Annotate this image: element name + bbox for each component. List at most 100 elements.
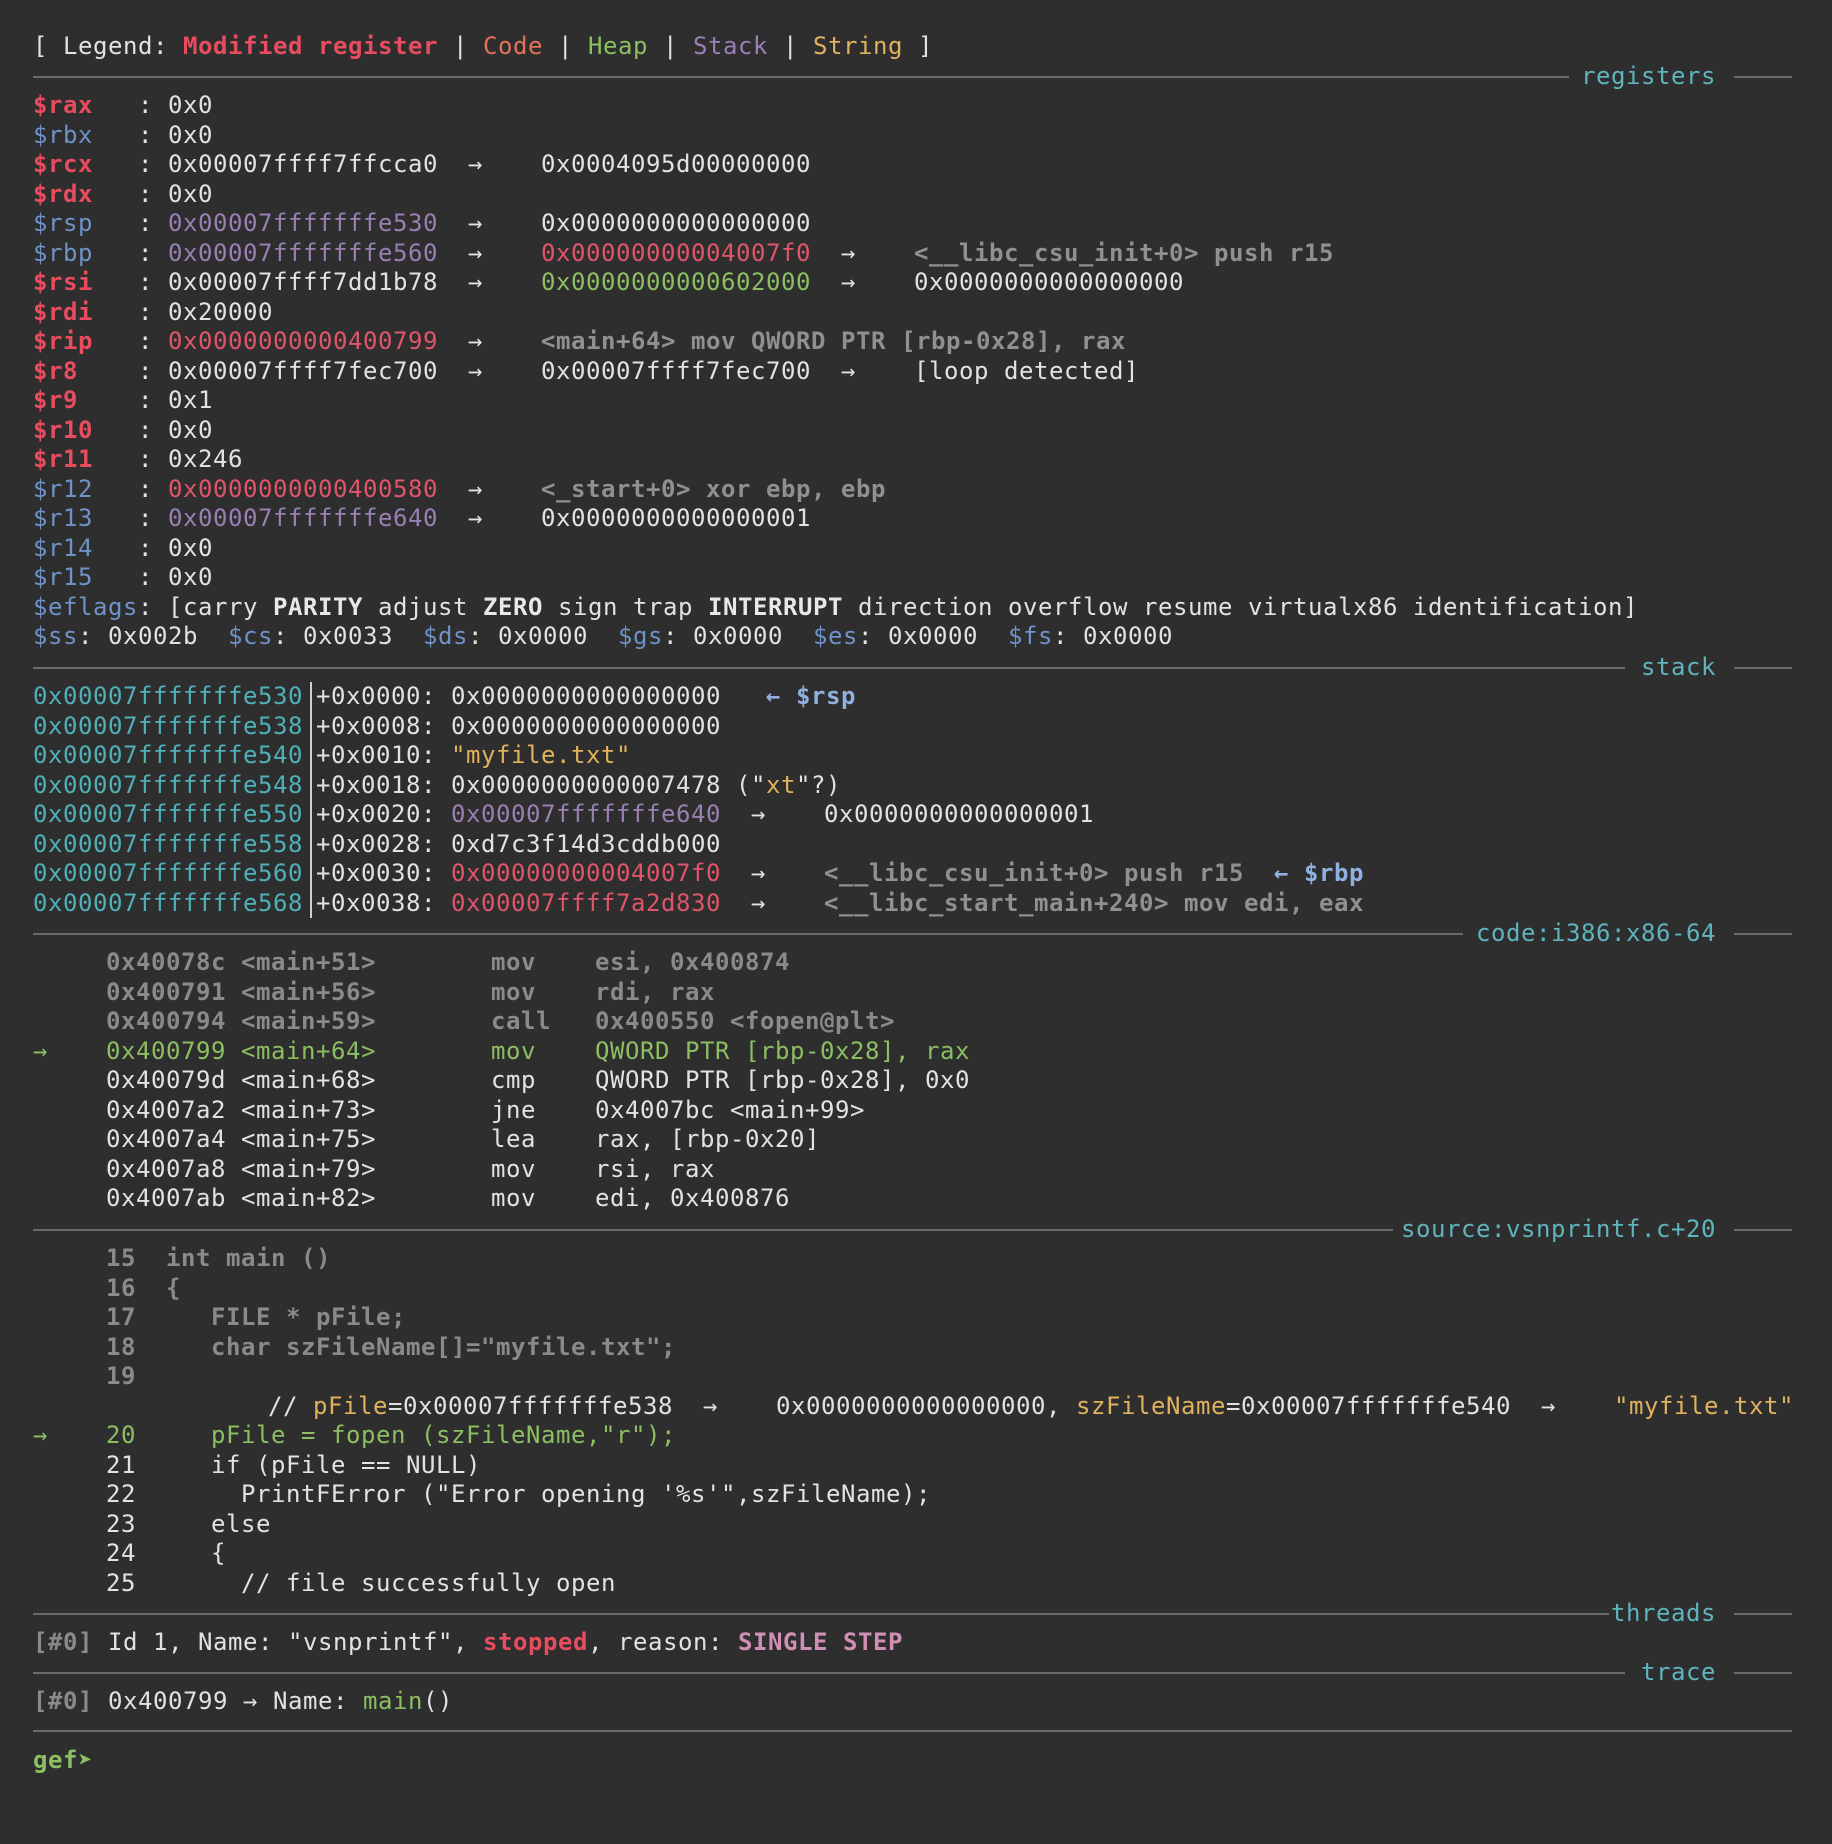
source-text: FILE * pFile; bbox=[166, 1303, 406, 1331]
variable-value: =0x00007fffffffe540 bbox=[1225, 1391, 1511, 1420]
stack-address: 0x00007fffffffe538 bbox=[33, 711, 303, 740]
stack-divider bbox=[310, 770, 312, 800]
pad bbox=[438, 475, 468, 503]
gef-prompt[interactable]: gef➤ bbox=[33, 1746, 1792, 1776]
legend-modified-register: Modified register bbox=[183, 32, 438, 60]
register-colon: : bbox=[138, 533, 168, 562]
stack-row: 0x00007fffffffe558 +0x0028: 0xd7c3f14d3cd… bbox=[33, 829, 1792, 859]
register-value: 0x00007fffffffe640 bbox=[168, 504, 438, 532]
pad bbox=[438, 327, 468, 355]
register-value: 0x00007fffffffe560 bbox=[168, 238, 438, 267]
source-line-number: 16 bbox=[106, 1273, 136, 1302]
segment-name: $ds bbox=[423, 622, 468, 650]
separator-rule bbox=[33, 76, 1569, 78]
arrow-icon: → bbox=[751, 888, 766, 917]
source-text: pFile = fopen (szFileName,"r"); bbox=[166, 1421, 676, 1449]
colon: : bbox=[663, 622, 693, 650]
register-value: 0x0 bbox=[168, 563, 213, 591]
pad bbox=[33, 1451, 106, 1481]
separator-rule bbox=[33, 667, 1625, 669]
stack-row: 0x00007fffffffe550 +0x0020: 0x00007ffffff… bbox=[33, 800, 1792, 830]
source-line-number: 25 bbox=[106, 1568, 136, 1597]
pad bbox=[673, 1392, 703, 1420]
arrow-icon: → bbox=[841, 238, 856, 267]
code-symbol: <main+59> bbox=[241, 1007, 376, 1035]
pad bbox=[33, 1510, 106, 1540]
register-deref: 0x0000000000000000 bbox=[541, 209, 811, 237]
separator-rule bbox=[1734, 933, 1792, 935]
colon: : bbox=[421, 770, 451, 799]
pad bbox=[198, 622, 228, 650]
code-line: 0x4007a8 <main+79> mov rsi, rax bbox=[33, 1155, 1792, 1185]
pad bbox=[783, 622, 813, 650]
code-operands: QWORD PTR [rbp-0x28], 0x0 bbox=[595, 1066, 970, 1094]
flag-parity: PARITY bbox=[273, 592, 363, 621]
segment-name: $gs bbox=[618, 622, 663, 650]
colon: : bbox=[138, 592, 168, 621]
source-line: 16 { bbox=[33, 1274, 1792, 1304]
thread-reason: SINGLE STEP bbox=[737, 1628, 903, 1656]
pad bbox=[721, 889, 751, 917]
trace-id: [#0] bbox=[33, 1687, 93, 1715]
register-row: $r11: 0x246 bbox=[33, 445, 1792, 475]
register-colon: : bbox=[138, 563, 168, 591]
stack-address: 0x00007fffffffe560 bbox=[33, 859, 303, 887]
register-colon: : bbox=[138, 179, 168, 208]
code-address: 0x40078c bbox=[106, 948, 226, 976]
pad bbox=[393, 622, 423, 650]
pad bbox=[33, 1569, 106, 1599]
code-opcode: mov bbox=[491, 1184, 536, 1212]
stack-hint-close: "?) bbox=[796, 770, 841, 799]
register-value: 0x00007ffff7ffcca0 bbox=[168, 150, 438, 178]
comment-prefix: // bbox=[268, 1391, 313, 1420]
flag-carry: carry bbox=[183, 592, 258, 621]
source-text: else bbox=[166, 1509, 271, 1538]
register-value: 0x0000000000400799 bbox=[168, 327, 438, 355]
code-opcode: lea bbox=[491, 1125, 536, 1153]
register-deref-2: [loop detected] bbox=[914, 356, 1139, 385]
source-line: 24 { bbox=[33, 1539, 1792, 1569]
stack-value: 0x0000000000000000 bbox=[451, 711, 721, 740]
stack-hint-open: (" bbox=[721, 770, 766, 799]
separator-rule bbox=[33, 933, 1463, 935]
register-colon: : bbox=[138, 415, 168, 444]
register-value: 0x00007ffff7dd1b78 bbox=[168, 268, 438, 296]
code-address: 0x40079d bbox=[106, 1066, 226, 1094]
source-text: int main () bbox=[166, 1244, 331, 1272]
stack-offset: +0x0010 bbox=[316, 741, 421, 769]
stack-offset: +0x0030 bbox=[316, 859, 421, 887]
colon: : bbox=[421, 888, 451, 917]
pad bbox=[721, 859, 751, 887]
colon: : bbox=[78, 622, 108, 650]
segment-name: $cs bbox=[228, 622, 273, 650]
segments-row: $ss: 0x002b $cs: 0x0033 $ds: 0x0000 $gs:… bbox=[33, 622, 1792, 652]
code-address: 0x4007a2 bbox=[106, 1095, 226, 1124]
legend-sep: | bbox=[438, 32, 483, 60]
arrow-icon: → bbox=[468, 238, 483, 267]
flag-trap: trap bbox=[633, 592, 693, 621]
code-line: 0x40079d <main+68> cmp QWORD PTR [rbp-0x28… bbox=[33, 1066, 1792, 1096]
stack-divider bbox=[310, 682, 312, 712]
register-name: $r10 bbox=[33, 415, 93, 444]
pad bbox=[33, 1125, 106, 1155]
register-deref-symbol: <__libc_csu_init+0> push r15 bbox=[914, 238, 1334, 267]
colon: : bbox=[421, 711, 451, 740]
source-separator: source:vsnprintf.c+20 bbox=[33, 1214, 1792, 1244]
arrow-icon: → bbox=[468, 474, 483, 503]
legend-sep: | bbox=[648, 32, 693, 60]
pad bbox=[1244, 859, 1274, 887]
stack-offset: +0x0020 bbox=[316, 800, 421, 828]
trace-title: trace bbox=[1641, 1658, 1716, 1686]
source-line: 17 FILE * pFile; bbox=[33, 1303, 1792, 1333]
source-line: 21 if (pFile == NULL) bbox=[33, 1451, 1792, 1481]
segment-name: $fs bbox=[1008, 622, 1053, 650]
code-symbol: <main+56> bbox=[241, 977, 376, 1006]
register-deref-2: 0x0000000000000000 bbox=[914, 268, 1184, 296]
register-deref-symbol: <_start+0> xor ebp, ebp bbox=[541, 474, 886, 503]
register-value: 0x0 bbox=[168, 91, 213, 119]
register-name: $r8 bbox=[33, 356, 78, 385]
bracket: [ bbox=[168, 592, 183, 621]
flag-zero: ZERO bbox=[483, 592, 543, 621]
pad bbox=[811, 268, 841, 296]
register-value: 0x0 bbox=[168, 120, 213, 149]
